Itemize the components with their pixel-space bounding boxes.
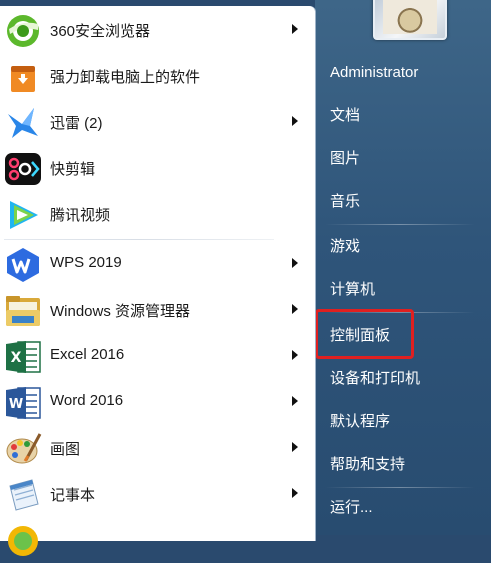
- program-item-uninstall[interactable]: 强力卸载电脑上的软件: [0, 53, 310, 99]
- submenu-arrow-icon[interactable]: [292, 442, 298, 452]
- program-label: Word 2016: [50, 392, 124, 409]
- program-label: 360安全浏览器: [50, 23, 151, 40]
- folder-icon: [6, 296, 40, 326]
- avatar-image: [383, 0, 437, 34]
- word-icon: W: [6, 387, 41, 419]
- pictures-link[interactable]: 图片: [330, 149, 360, 169]
- 360-browser-icon: [7, 15, 39, 47]
- devices-printers-link[interactable]: 设备和打印机: [330, 369, 420, 389]
- program-label: 迅雷 (2): [50, 115, 103, 132]
- program-label: 快剪辑: [50, 161, 96, 178]
- program-item-word[interactable]: W Word 2016: [0, 379, 310, 425]
- user-name-link[interactable]: Administrator: [330, 63, 418, 83]
- app-icon: [8, 526, 38, 556]
- user-avatar[interactable]: [373, 0, 447, 40]
- program-item-tencent-video[interactable]: 腾讯视频: [0, 191, 310, 237]
- xunlei-icon: [8, 108, 38, 138]
- submenu-arrow-icon[interactable]: [292, 396, 298, 406]
- wps-icon: [7, 248, 39, 282]
- program-item-excel[interactable]: X Excel 2016: [0, 333, 310, 379]
- program-label: 腾讯视频: [50, 207, 111, 224]
- submenu-arrow-icon[interactable]: [292, 488, 298, 498]
- right-separator: [325, 487, 475, 488]
- submenu-arrow-icon[interactable]: [292, 24, 298, 34]
- default-programs-link[interactable]: 默认程序: [330, 412, 390, 432]
- right-separator: [325, 224, 475, 225]
- program-item-xunlei[interactable]: 迅雷 (2): [0, 99, 310, 145]
- music-link[interactable]: 音乐: [330, 192, 360, 212]
- control-panel-highlight: [315, 309, 414, 359]
- run-link[interactable]: 运行...: [330, 498, 373, 518]
- program-label: WPS 2019: [50, 254, 122, 271]
- kuaijianji-icon: [5, 153, 41, 185]
- program-item-360[interactable]: 360安全浏览器: [0, 7, 310, 53]
- computer-link[interactable]: 计算机: [330, 280, 375, 300]
- program-label: 强力卸载电脑上的软件: [50, 69, 201, 86]
- program-label: Excel 2016: [50, 346, 125, 363]
- program-item-kuaijianji[interactable]: 快剪辑: [0, 145, 310, 191]
- program-label: 画图: [50, 441, 81, 458]
- uninstaller-icon: [11, 66, 35, 92]
- help-support-link[interactable]: 帮助和支持: [330, 455, 405, 475]
- submenu-arrow-icon[interactable]: [292, 258, 298, 268]
- program-item-partial[interactable]: [0, 517, 310, 563]
- program-label: 记事本: [50, 487, 96, 504]
- submenu-arrow-icon[interactable]: [292, 304, 298, 314]
- paint-icon: [6, 433, 42, 464]
- program-item-explorer[interactable]: Windows 资源管理器: [0, 287, 310, 333]
- games-link[interactable]: 游戏: [330, 237, 360, 257]
- program-item-wps[interactable]: WPS 2019: [0, 241, 310, 287]
- pinned-separator: [4, 239, 274, 240]
- svg-text:X: X: [11, 350, 22, 366]
- program-item-paint[interactable]: 画图: [0, 425, 310, 471]
- documents-link[interactable]: 文档: [330, 106, 360, 126]
- submenu-arrow-icon[interactable]: [292, 350, 298, 360]
- notepad-icon: [9, 479, 39, 511]
- submenu-arrow-icon[interactable]: [292, 116, 298, 126]
- tencent-video-icon: [10, 201, 38, 229]
- excel-icon: X: [6, 341, 41, 373]
- program-label: Windows 资源管理器: [50, 303, 191, 320]
- svg-text:W: W: [9, 397, 23, 412]
- program-item-notepad[interactable]: 记事本: [0, 471, 310, 517]
